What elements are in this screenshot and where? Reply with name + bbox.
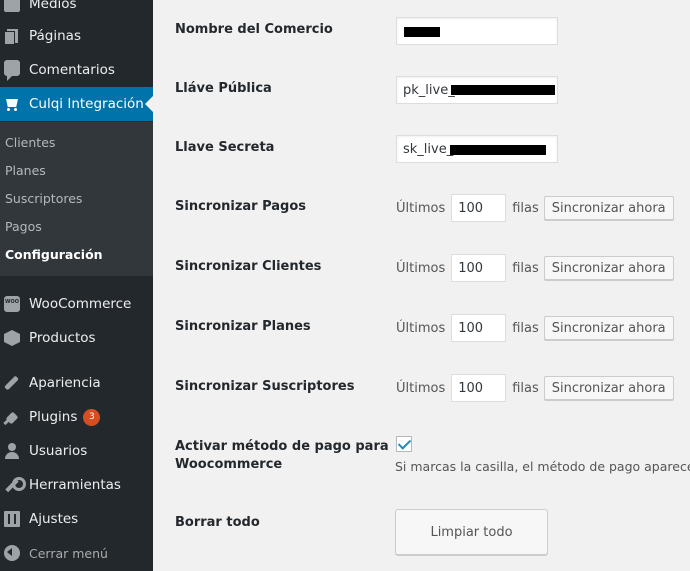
sync-prefix: Últimos [396,260,446,276]
user-icon [4,443,20,459]
settings-icon [4,511,20,527]
sync-suscriptores-button[interactable]: Sincronizar ahora [543,376,674,400]
menu-label: Herramientas [29,477,121,493]
limpiar-todo-button[interactable]: Limpiar todo [395,509,548,555]
sync-planes-row: Últimos 100 filas Sincronizar ahora [396,314,674,342]
submenu-item-clientes[interactable]: Clientes [5,135,55,150]
menu-label: Apariencia [29,375,101,391]
field-label-llave-secreta: Llave Secreta [175,140,275,155]
sync-planes-button[interactable]: Sincronizar ahora [543,316,674,340]
submenu-item-pagos[interactable]: Pagos [5,219,42,234]
sync-suffix: filas [512,260,539,276]
plugin-icon [4,409,20,425]
sync-clientes-count-input[interactable]: 100 [451,254,507,282]
menu-item-usuarios[interactable]: Usuarios [0,434,153,468]
field-label-activar-1: Activar método de pago para [175,439,389,454]
menu-label: Comentarios [29,62,115,78]
sync-suffix: filas [512,200,539,216]
sync-pagos-button[interactable]: Sincronizar ahora [543,196,674,220]
menu-label: Usuarios [29,443,88,459]
menu-item-comentarios[interactable]: Comentarios [0,53,153,87]
sync-clientes-row: Últimos 100 filas Sincronizar ahora [396,254,674,282]
comment-icon [4,60,20,81]
sync-prefix: Últimos [396,320,446,336]
menu-item-herramientas[interactable]: Herramientas [0,468,153,502]
sync-prefix: Últimos [396,200,446,216]
field-label-activar-2: Woocommerce [175,457,283,472]
nombre-comercio-input[interactable] [396,17,558,45]
activar-metodo-pago-checkbox[interactable] [396,436,412,452]
box-icon [4,330,20,346]
culqi-submenu: Clientes Planes Suscriptores Pagos Confi… [0,122,153,276]
collapse-arrow-icon [4,545,20,561]
sync-pagos-row: Últimos 100 filas Sincronizar ahora [396,194,674,222]
pages-icon [4,28,20,45]
input-value: pk_live_ [403,82,455,98]
plugins-update-badge: 3 [83,408,101,426]
llave-publica-input[interactable]: pk_live_ [396,76,558,104]
menu-item-woocommerce[interactable]: WooCommerce [0,287,153,321]
submenu-item-suscriptores[interactable]: Suscriptores [5,191,82,206]
menu-label: Páginas [29,28,81,44]
menu-label: Ajustes [29,511,79,527]
collapse-menu-button[interactable]: Cerrar menú [0,536,153,570]
menu-label: Culqi Integración [29,96,144,112]
redacted-text [404,27,440,37]
sync-suscriptores-count-input[interactable]: 100 [451,374,507,402]
field-label-nombre: Nombre del Comercio [175,22,333,37]
menu-label: Productos [29,330,96,346]
wrench-icon [4,477,26,493]
sync-pagos-count-input[interactable]: 100 [451,194,507,222]
paintbrush-icon [4,375,20,391]
llave-secreta-input[interactable]: sk_live_ [396,135,558,163]
redacted-text [450,145,546,155]
sync-clientes-button[interactable]: Sincronizar ahora [543,256,674,280]
menu-label: Plugins [29,409,78,425]
submenu-item-configuracion[interactable]: Configuración [5,247,103,262]
menu-label: WooCommerce [29,296,132,312]
menu-label: Medios [29,0,77,12]
sync-suffix: filas [512,320,539,336]
menu-item-plugins[interactable]: Plugins 3 [0,400,153,434]
menu-item-apariencia[interactable]: Apariencia [0,366,153,400]
field-label-sync-pagos: Sincronizar Pagos [175,199,307,214]
menu-item-ajustes[interactable]: Ajustes [0,502,153,536]
field-label-borrar: Borrar todo [175,515,260,530]
menu-item-medios[interactable]: Medios [0,0,153,21]
sync-suscriptores-row: Últimos 100 filas Sincronizar ahora [396,374,674,402]
field-label-sync-planes: Sincronizar Planes [175,319,311,334]
menu-item-culqi[interactable]: Culqi Integración [0,87,153,121]
submenu-item-planes[interactable]: Planes [5,163,46,178]
admin-sidebar: Medios Páginas Comentarios Culqi Integra… [0,0,153,571]
input-value: sk_live_ [403,141,454,157]
field-label-llave-publica: Lláve Pública [175,81,272,96]
redacted-text [451,85,555,95]
woocommerce-icon [4,296,20,312]
menu-label: Cerrar menú [29,545,108,561]
sync-planes-count-input[interactable]: 100 [451,314,507,342]
media-icon [4,0,20,12]
menu-item-productos[interactable]: Productos [0,321,153,355]
field-label-sync-clientes: Sincronizar Clientes [175,259,322,274]
field-label-sync-suscriptores: Sincronizar Suscriptores [175,379,355,394]
menu-item-paginas[interactable]: Páginas [0,19,153,53]
cart-icon [4,96,20,112]
sync-prefix: Últimos [396,380,446,396]
activar-description: Si marcas la casilla, el método de pago … [395,459,690,474]
sync-suffix: filas [512,380,539,396]
